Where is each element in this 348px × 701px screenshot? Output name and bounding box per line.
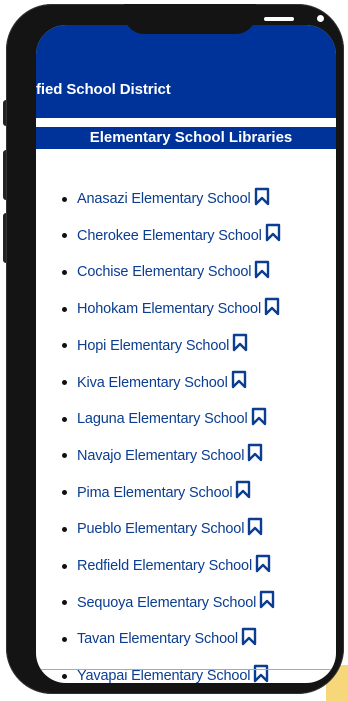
bookmark-icon[interactable]: [241, 627, 257, 646]
school-list-item: Redfield Elementary School: [62, 554, 271, 576]
district-title: fied School District: [36, 81, 171, 98]
bullet: [62, 636, 67, 642]
school-list-item: Hohokam Elementary School: [62, 297, 280, 319]
school-list-item: Cochise Elementary School: [62, 260, 270, 282]
school-list-item: Navajo Elementary School: [62, 443, 263, 466]
bookmark-icon[interactable]: [253, 664, 269, 683]
school-link[interactable]: Pima Elementary School: [77, 485, 233, 501]
school-list-item: Pueblo Elementary School: [62, 517, 263, 539]
bullet: [62, 269, 67, 275]
school-link[interactable]: Laguna Elementary School: [77, 411, 248, 427]
school-link[interactable]: Anasazi Elementary School: [77, 191, 251, 207]
school-list-item: Sequoya Elementary School: [62, 590, 275, 613]
school-link[interactable]: Tavan Elementary School: [77, 631, 238, 647]
bullet: [62, 490, 67, 496]
bookmark-icon[interactable]: [259, 590, 275, 609]
bookmark-icon[interactable]: [254, 187, 270, 206]
bullet: [62, 600, 67, 606]
bookmark-icon[interactable]: [265, 223, 281, 242]
bottom-divider: [36, 669, 336, 670]
site-header: fied School District: [36, 25, 336, 118]
school-list-item: Pima Elementary School: [62, 480, 251, 503]
bookmark-icon[interactable]: [232, 333, 248, 352]
bookmark-icon[interactable]: [264, 297, 280, 316]
school-list-item: Laguna Elementary School: [62, 407, 267, 429]
bookmark-icon[interactable]: [231, 370, 247, 389]
school-link[interactable]: Pueblo Elementary School: [77, 521, 244, 537]
section-heading: Elementary School Libraries: [36, 127, 336, 149]
bookmark-icon[interactable]: [247, 517, 263, 536]
bullet: [62, 380, 67, 385]
bullet: [62, 196, 67, 202]
bookmark-icon[interactable]: [255, 554, 271, 573]
school-link[interactable]: Yavapai Elementary School: [77, 668, 250, 683]
camera-dot: [317, 15, 324, 22]
school-link[interactable]: Kiva Elementary School: [77, 375, 228, 391]
school-list-item: Hopi Elementary School: [62, 333, 248, 356]
bullet: [62, 343, 67, 349]
bookmark-icon[interactable]: [247, 443, 263, 462]
school-link[interactable]: Hohokam Elementary School: [77, 301, 261, 317]
school-link[interactable]: Navajo Elementary School: [77, 448, 244, 464]
school-link[interactable]: Redfield Elementary School: [77, 558, 252, 574]
school-list-item: Kiva Elementary School: [62, 370, 247, 393]
speaker-grille: [264, 17, 294, 21]
bookmark-icon[interactable]: [251, 407, 267, 426]
school-list-item: Cherokee Elementary School: [62, 223, 281, 246]
phone-screen: fied School District Elementary School L…: [36, 25, 336, 683]
phone-frame: fied School District Elementary School L…: [6, 4, 344, 694]
school-link[interactable]: Sequoya Elementary School: [77, 595, 256, 611]
bullet: [62, 306, 67, 312]
bookmark-icon[interactable]: [254, 260, 270, 279]
bullet: [62, 453, 67, 459]
school-link[interactable]: Cherokee Elementary School: [77, 228, 262, 244]
header-divider: [36, 118, 336, 127]
bullet: [62, 416, 67, 422]
school-link[interactable]: Hopi Elementary School: [77, 338, 229, 354]
school-link[interactable]: Cochise Elementary School: [77, 264, 252, 280]
school-list-item: Tavan Elementary School: [62, 627, 257, 649]
bullet: [62, 526, 67, 532]
bullet: [62, 233, 67, 239]
bullet: [62, 673, 67, 679]
bookmark-icon[interactable]: [235, 480, 251, 499]
phone-notch: [124, 4, 324, 34]
school-list-item: Anasazi Elementary School: [62, 187, 270, 209]
bullet: [62, 563, 67, 569]
